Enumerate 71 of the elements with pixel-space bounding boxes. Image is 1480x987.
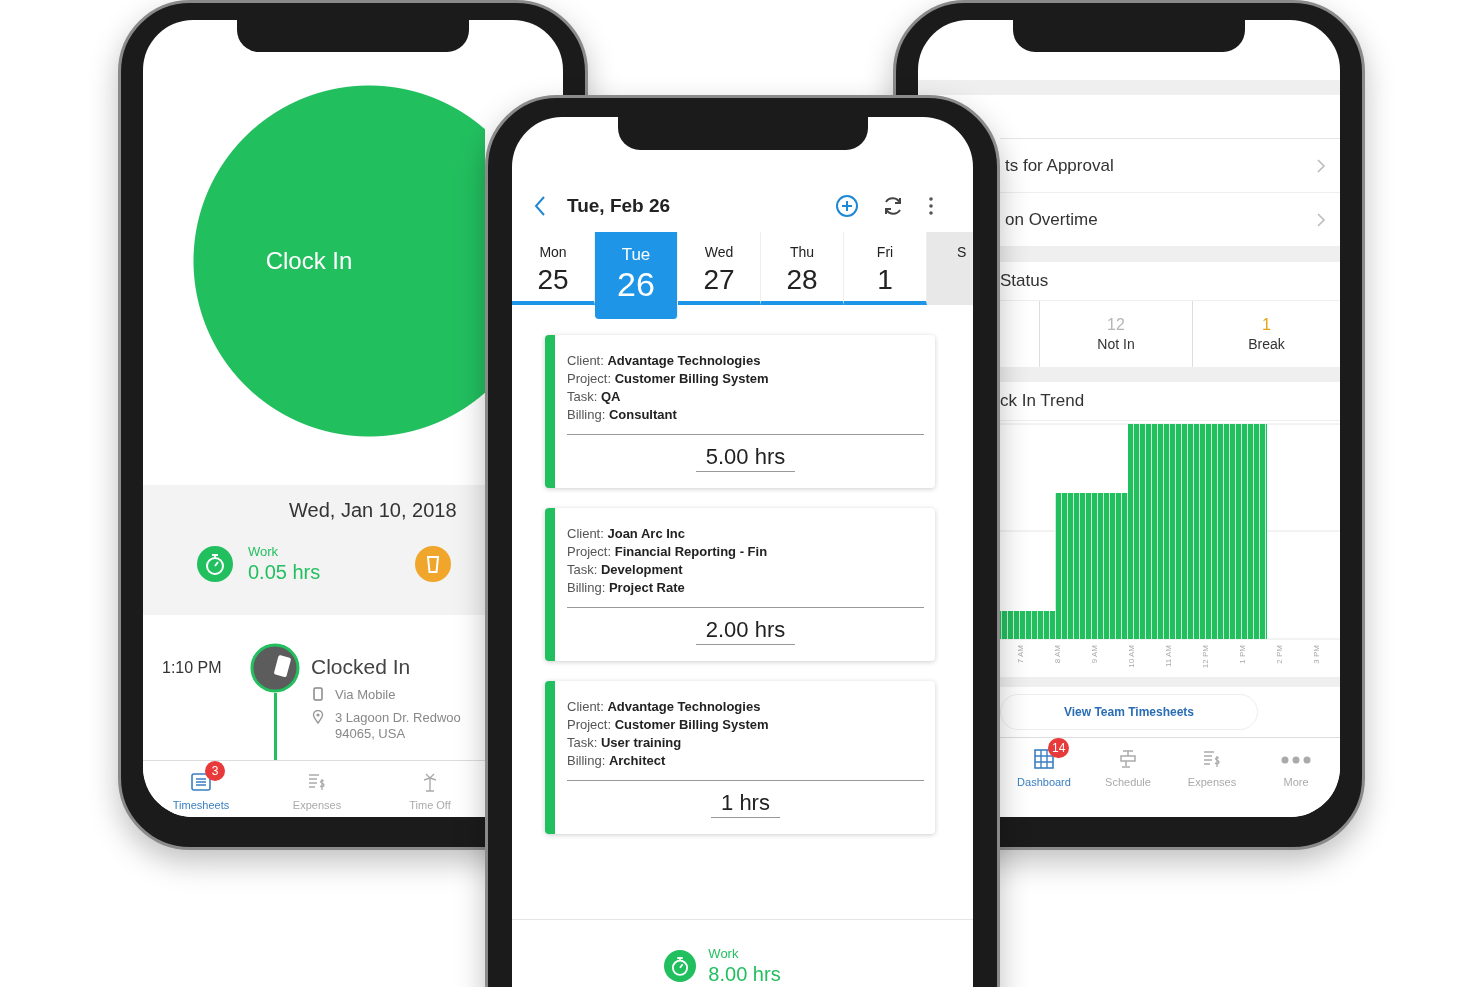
event-source: Via Mobile xyxy=(335,687,396,702)
list-icon xyxy=(190,771,212,793)
axis-label: 2 PM xyxy=(1275,645,1284,664)
date-label: Wed, Jan 10, 2018 xyxy=(289,499,458,522)
add-icon[interactable] xyxy=(835,194,859,218)
address-line: 3 Lagoon Dr. Redwoo xyxy=(335,710,461,726)
entry-hours: 5.00 hrs xyxy=(695,444,796,472)
stopwatch-icon xyxy=(664,950,697,982)
phone-icon xyxy=(311,687,325,701)
more-icon xyxy=(1281,756,1311,764)
axis-label: 3 PM xyxy=(1312,645,1321,664)
axis-label: 11 AM xyxy=(1164,645,1173,668)
axis-label: 12 PM xyxy=(1201,645,1210,669)
location-pin-icon xyxy=(311,710,325,724)
entry-detail: Billing: Architect xyxy=(567,752,667,770)
time-entry-card[interactable]: Client: Advantage Technologies Project: Customer Billing System Task: User training Billing: Architect 1 hrs xyxy=(545,681,935,834)
chevron-right-icon xyxy=(1316,157,1326,174)
event-title: Clocked In xyxy=(311,655,412,679)
schedule-icon xyxy=(1117,748,1139,770)
axis-label: 10 AM xyxy=(1127,645,1136,668)
cup-icon xyxy=(415,546,451,582)
entry-detail: Client: Advantage Technologies xyxy=(567,698,762,716)
entry-detail: Client: Advantage Technologies xyxy=(567,352,762,370)
entry-detail: Task: Development xyxy=(567,561,684,579)
entry-detail: Project: Customer Billing System xyxy=(567,716,770,734)
view-team-timesheets-button[interactable]: View Team Timesheets xyxy=(1000,694,1258,730)
entry-detail: Task: User training xyxy=(567,734,683,752)
axis-label: 7 AM xyxy=(1016,645,1025,664)
axis-label: 9 AM xyxy=(1090,645,1099,664)
day-tab[interactable]: Wed 27 xyxy=(678,232,761,305)
receipt-icon xyxy=(1201,748,1223,770)
notification-badge: 3 xyxy=(205,761,225,781)
menu-row-label: ts for Approval xyxy=(1005,155,1114,176)
entry-detail: Project: Financial Reporting - Fin xyxy=(567,543,769,561)
more-vertical-icon[interactable] xyxy=(927,194,935,218)
entry-hours: 2.00 hrs xyxy=(695,617,796,645)
entry-detail: Billing: Project Rate xyxy=(567,579,686,597)
entry-detail: Task: QA xyxy=(567,388,622,406)
entry-detail: Project: Customer Billing System xyxy=(567,370,770,388)
time-entry-card[interactable]: Client: Advantage Technologies Project: Customer Billing System Task: QA Billing: Consultant 5.00 hrs xyxy=(545,335,935,488)
address-line: 94065, USA xyxy=(335,726,407,742)
receipt-icon xyxy=(306,771,328,793)
grid-icon xyxy=(1033,748,1055,770)
menu-row[interactable]: ts for Approval xyxy=(1000,139,1340,193)
work-hours: 0.05 hrs xyxy=(248,561,322,584)
screen-title: Tue, Feb 26 xyxy=(567,195,672,217)
time-entry-card[interactable]: Client: Joan Arc Inc Project: Financial Reporting - Fin Task: Development Billing: Project Rate 2.00 hrs xyxy=(545,508,935,661)
day-tab[interactable]: Mon 25 xyxy=(512,232,595,305)
chevron-right-icon xyxy=(1316,211,1326,228)
back-icon[interactable] xyxy=(534,195,546,217)
status-label: Not In xyxy=(1097,336,1135,352)
tab-bar-item[interactable]: 3 Timesheets xyxy=(143,761,259,817)
work-label: Work xyxy=(708,946,740,961)
entry-hours: 1 hrs xyxy=(711,790,780,818)
day-tab[interactable]: Thu 28 xyxy=(761,232,844,305)
day-tab[interactable]: S xyxy=(927,232,973,305)
axis-label: 8 AM xyxy=(1053,645,1062,664)
menu-row-label: on Overtime xyxy=(1005,209,1098,230)
status-label: Break xyxy=(1248,336,1285,352)
notification-badge: 14 xyxy=(1048,738,1070,758)
axis-label: 1 PM xyxy=(1238,645,1247,664)
event-time: 1:10 PM xyxy=(162,658,223,678)
work-hours: 8.00 hrs xyxy=(708,963,781,986)
entry-detail: Billing: Consultant xyxy=(567,406,678,424)
entry-detail: Client: Joan Arc Inc xyxy=(567,525,686,543)
tab-bar-item[interactable]: 14 Dashboard xyxy=(1002,738,1086,817)
stopwatch-icon xyxy=(197,546,233,582)
status-count: 1 xyxy=(1262,316,1271,334)
day-tab[interactable]: Fri 1 xyxy=(844,232,927,305)
status-count: 12 xyxy=(1107,316,1125,334)
work-label: Work xyxy=(248,544,280,559)
